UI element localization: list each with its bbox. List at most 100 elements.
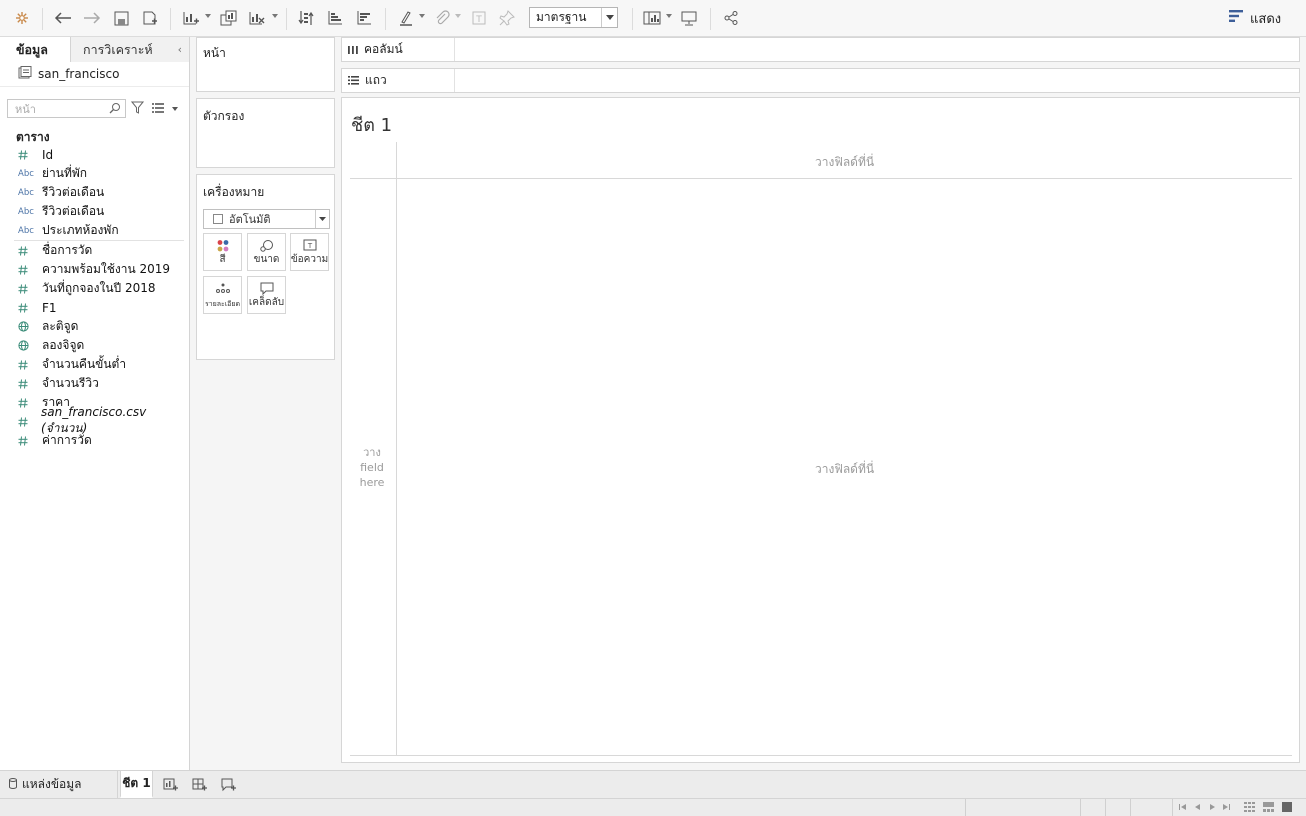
sort-ascending-icon[interactable]	[325, 7, 345, 29]
duplicate-sheet-icon[interactable]	[218, 7, 240, 29]
field-item[interactable]: ละติจูด	[0, 317, 190, 336]
sheet-title[interactable]: ชีต 1	[351, 110, 392, 139]
highlight-icon[interactable]	[396, 7, 416, 29]
previous-sheet-icon[interactable]	[1193, 802, 1203, 812]
pages-card-title: หน้า	[203, 46, 226, 60]
field-item[interactable]: Abc ย่านที่พัก	[0, 164, 190, 183]
detail-icon	[204, 282, 241, 294]
field-item[interactable]: san_francisco.csv (จำนวน)	[0, 405, 190, 435]
show-cards-icon[interactable]	[642, 7, 662, 29]
view-fit-value: มาตรฐาน	[536, 10, 587, 24]
new-dashboard-tab-icon[interactable]	[190, 776, 208, 794]
new-worksheet-icon[interactable]	[180, 7, 202, 29]
highlight-dropdown-icon[interactable]	[419, 14, 425, 18]
field-name: Id	[42, 147, 54, 162]
sheet-tab-sheet1[interactable]: ชีต 1	[120, 771, 153, 798]
filters-card[interactable]: ตัวกรอง	[196, 98, 335, 168]
field-item[interactable]: ความพร้อมใช้งาน 2019	[0, 260, 190, 279]
marks-size-button[interactable]: ขนาด	[247, 233, 286, 271]
marks-color-button[interactable]: สี	[203, 233, 242, 271]
clear-sheet-dropdown-icon[interactable]	[272, 14, 278, 18]
filters-card-title: ตัวกรอง	[203, 109, 245, 123]
field-item[interactable]: Abc รีวิวต่อเดือน	[0, 183, 190, 202]
string-type-icon: Abc	[18, 168, 34, 179]
group-members-icon[interactable]	[432, 7, 452, 29]
pages-card[interactable]: หน้า	[196, 37, 335, 92]
columns-icon	[348, 43, 358, 57]
view-list-icon[interactable]	[152, 102, 164, 116]
string-type-icon: Abc	[18, 187, 34, 198]
number-type-icon	[0, 435, 42, 446]
share-icon[interactable]	[721, 7, 741, 29]
new-worksheet-dropdown-icon[interactable]	[205, 14, 211, 18]
sort-descending-icon[interactable]	[354, 7, 374, 29]
columns-drop-zone[interactable]: วางฟิลด์ที่นี่	[815, 153, 874, 172]
data-pane: ข้อมูล การวิเคราะห์ ‹ san_francisco หน้า…	[0, 37, 190, 770]
mark-type-select[interactable]: อัตโนมัติ	[203, 209, 330, 229]
tooltip-icon	[248, 282, 285, 295]
presentation-mode-icon[interactable]	[679, 7, 699, 29]
marks-detail-button[interactable]: รายละเอียด	[203, 276, 242, 314]
field-name: ลองจิจูด	[42, 338, 85, 352]
last-sheet-icon[interactable]	[1221, 802, 1231, 812]
field-search-input[interactable]: หน้า	[7, 99, 126, 118]
group-dropdown-icon[interactable]	[455, 14, 461, 18]
status-bar	[0, 798, 1306, 816]
view-list-dropdown-icon[interactable]	[172, 107, 178, 111]
chevron-down-icon[interactable]	[315, 210, 329, 228]
columns-shelf[interactable]: คอลัมน์	[341, 37, 1300, 62]
worksheet-view[interactable]: ชีต 1 วางฟิลด์ที่นี่ วางฟิลด์ที่นี่ วาง …	[341, 97, 1300, 763]
field-item[interactable]: Abc ประเภทห้องพัก	[0, 221, 190, 240]
number-type-icon	[0, 149, 42, 160]
chevron-down-icon[interactable]	[601, 8, 617, 27]
show-filmstrip-icon[interactable]	[1263, 802, 1274, 812]
field-item[interactable]: จำนวนคืนขั้นต่ำ	[0, 355, 190, 374]
field-name: ความพร้อมใช้งาน 2019	[42, 262, 171, 276]
marks-card: เครื่องหมาย อัตโนมัติ สี ขนาด T ข้อความ …	[196, 174, 335, 360]
field-item[interactable]: F1	[0, 298, 190, 317]
square-mark-icon	[213, 214, 223, 224]
rows-drop-line1: วาง	[363, 446, 381, 459]
view-fit-select[interactable]: มาตรฐาน	[529, 7, 618, 28]
tab-data[interactable]: ข้อมูล	[0, 37, 71, 62]
marks-color-label: สี	[219, 254, 226, 265]
show-mark-labels-icon[interactable]: T	[469, 7, 489, 29]
first-sheet-icon[interactable]	[1178, 802, 1188, 812]
show-cards-dropdown-icon[interactable]	[666, 14, 672, 18]
marks-tooltip-button[interactable]: เคล็ดลับ	[247, 276, 286, 314]
fix-axes-icon[interactable]	[497, 7, 517, 29]
redo-icon[interactable]	[81, 7, 103, 29]
marks-detail-label: รายละเอียด	[204, 300, 241, 308]
field-item[interactable]: Abc รีวิวต่อเดือน	[0, 202, 190, 221]
datasource-tab[interactable]: แหล่งข้อมูล	[0, 771, 118, 798]
undo-icon[interactable]	[52, 7, 74, 29]
field-item[interactable]: ลองจิจูด	[0, 336, 190, 355]
show-tabs-icon[interactable]	[1282, 802, 1292, 812]
marks-label-button[interactable]: T ข้อความ	[290, 233, 329, 271]
save-icon[interactable]	[111, 7, 131, 29]
new-datasource-icon[interactable]	[140, 7, 160, 29]
clear-sheet-icon[interactable]	[246, 7, 268, 29]
field-item[interactable]: จำนวนรีวิว	[0, 374, 190, 393]
swap-rows-columns-icon[interactable]	[296, 7, 316, 29]
new-worksheet-tab-icon[interactable]	[161, 776, 179, 794]
collapse-pane-icon[interactable]: ‹	[178, 43, 182, 56]
show-me-button[interactable]: แสดง	[1228, 7, 1281, 29]
datasource-item[interactable]: san_francisco	[0, 62, 189, 87]
next-sheet-icon[interactable]	[1207, 802, 1217, 812]
rows-shelf[interactable]: แถว	[341, 68, 1300, 93]
tab-analytics[interactable]: การวิเคราะห์	[71, 37, 189, 62]
string-type-icon: Abc	[18, 225, 34, 236]
field-item[interactable]: Id	[0, 145, 190, 164]
number-type-icon	[0, 264, 42, 275]
show-sheet-sorter-icon[interactable]	[1244, 802, 1255, 812]
rows-drop-zone[interactable]: วาง field here	[350, 445, 394, 490]
new-story-tab-icon[interactable]	[219, 776, 237, 794]
field-item[interactable]: ชื่อการวัด	[0, 241, 190, 260]
field-item[interactable]: วันที่ถูกจองในปี 2018	[0, 279, 190, 298]
filter-icon[interactable]	[130, 101, 145, 117]
number-type-icon	[0, 359, 42, 370]
view-drop-zone[interactable]: วางฟิลด์ที่นี่	[815, 460, 874, 479]
tableau-logo-icon[interactable]	[12, 7, 32, 29]
field-name: รีวิวต่อเดือน	[42, 204, 105, 218]
